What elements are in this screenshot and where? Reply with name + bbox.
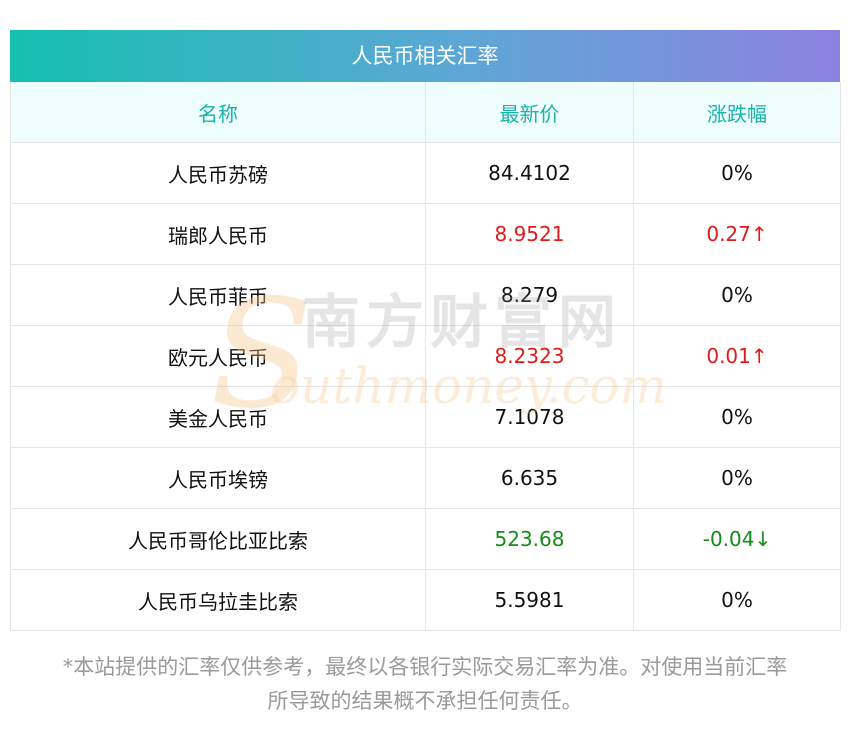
latest-price: 6.635 [425, 447, 634, 509]
currency-name: 欧元人民币 [10, 325, 426, 387]
disclaimer-line-1: *本站提供的汇率仅供参考，最终以各银行实际交易汇率为准。对使用当前汇率 [62, 655, 788, 679]
latest-price: 8.2323 [425, 325, 634, 387]
table-row: 美金人民币 7.1078 0% [10, 386, 841, 448]
table-row: 人民币哥伦比亚比索 523.68 -0.04↓ [10, 508, 841, 570]
latest-price: 8.9521 [425, 203, 634, 265]
change-percent: 0% [633, 264, 841, 326]
change-percent: 0% [633, 142, 841, 204]
latest-price: 8.279 [425, 264, 634, 326]
latest-price: 523.68 [425, 508, 634, 570]
currency-name: 瑞郎人民币 [10, 203, 426, 265]
currency-name: 人民币埃镑 [10, 447, 426, 509]
rate-table: 名称 最新价 涨跌幅 人民币苏磅 84.4102 0% 瑞郎人民币 8.9521… [10, 82, 841, 631]
table-header-row: 名称 最新价 涨跌幅 [10, 82, 841, 143]
header-name: 名称 [10, 82, 426, 143]
change-percent: 0.27↑ [633, 203, 841, 265]
latest-price: 5.5981 [425, 569, 634, 631]
latest-price: 84.4102 [425, 142, 634, 204]
currency-name: 美金人民币 [10, 386, 426, 448]
table-row: 欧元人民币 8.2323 0.01↑ [10, 325, 841, 387]
exchange-rate-panel: 人民币相关汇率 名称 最新价 涨跌幅 人民币苏磅 84.4102 0% 瑞郎人民… [10, 30, 841, 631]
change-percent: 0% [633, 447, 841, 509]
change-percent: -0.04↓ [633, 508, 841, 570]
currency-name: 人民币菲币 [10, 264, 426, 326]
disclaimer-line-2: 所导致的结果概不承担任何责任。 [267, 689, 583, 713]
currency-name: 人民币哥伦比亚比索 [10, 508, 426, 570]
panel-title: 人民币相关汇率 [10, 30, 840, 82]
table-row: 瑞郎人民币 8.9521 0.27↑ [10, 203, 841, 265]
change-percent: 0% [633, 569, 841, 631]
change-percent: 0% [633, 386, 841, 448]
header-price: 最新价 [425, 82, 634, 143]
latest-price: 7.1078 [425, 386, 634, 448]
header-change: 涨跌幅 [633, 82, 841, 143]
table-row: 人民币菲币 8.279 0% [10, 264, 841, 326]
table-row: 人民币乌拉圭比索 5.5981 0% [10, 569, 841, 631]
table-row: 人民币苏磅 84.4102 0% [10, 142, 841, 204]
table-row: 人民币埃镑 6.635 0% [10, 447, 841, 509]
currency-name: 人民币苏磅 [10, 142, 426, 204]
disclaimer: *本站提供的汇率仅供参考，最终以各银行实际交易汇率为准。对使用当前汇率 所导致的… [0, 650, 850, 718]
currency-name: 人民币乌拉圭比索 [10, 569, 426, 631]
change-percent: 0.01↑ [633, 325, 841, 387]
